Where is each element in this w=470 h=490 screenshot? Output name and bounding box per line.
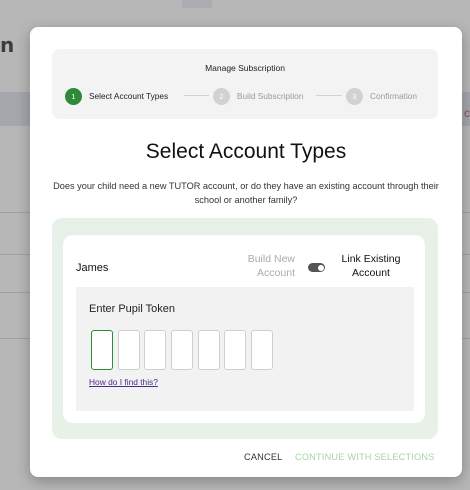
pupil-token-section: Enter Pupil Token How do I find this? [76,287,414,411]
step-label: Select Account Types [89,91,169,101]
account-type-toggle[interactable] [308,263,325,272]
pupil-token-inputs [91,330,278,370]
step-label: Build Subscription [237,91,304,101]
option-build-new-account[interactable]: Build New Account [233,252,295,280]
progress-stepper: Manage Subscription 1 Select Account Typ… [52,49,438,119]
step-label: Confirmation [370,91,418,101]
student-name: James [76,262,109,274]
token-char-input-4[interactable] [171,330,194,370]
dialog-heading: Select Account Types [145,140,347,163]
find-token-help-link[interactable]: How do I find this? [89,377,158,387]
toggle-knob [317,264,324,271]
step-connector [316,95,342,96]
dialog-description: Does your child need a new TUTOR account… [53,181,439,205]
cancel-button[interactable]: CANCEL [244,452,282,462]
manage-subscription-dialog: Manage Subscription 1 Select Account Typ… [30,27,462,477]
step-number-badge: 3 [346,87,363,105]
option-link-existing-account[interactable]: Link Existing Account [333,252,409,280]
step-build-subscription: 2 Build Subscription [213,87,303,105]
step-number-badge: 2 [213,87,230,105]
token-char-input-5[interactable] [197,330,220,370]
step-number-badge: 1 [65,87,82,105]
pupil-token-label: Enter Pupil Token [89,303,176,315]
student-card: James Build New Account Link Existing Ac… [63,235,425,423]
step-connector [184,95,209,96]
step-confirmation: 3 Confirmation [346,87,417,105]
token-char-input-3[interactable] [144,330,167,370]
stepper-title: Manage Subscription [205,63,285,73]
step-select-account-types: 1 Select Account Types [65,87,168,105]
token-char-input-1[interactable] [91,330,113,370]
token-char-input-2[interactable] [117,330,140,370]
token-char-input-6[interactable] [224,330,247,370]
continue-with-selections-button[interactable]: CONTINUE WITH SELECTIONS [295,452,435,462]
token-char-input-7[interactable] [251,330,274,370]
